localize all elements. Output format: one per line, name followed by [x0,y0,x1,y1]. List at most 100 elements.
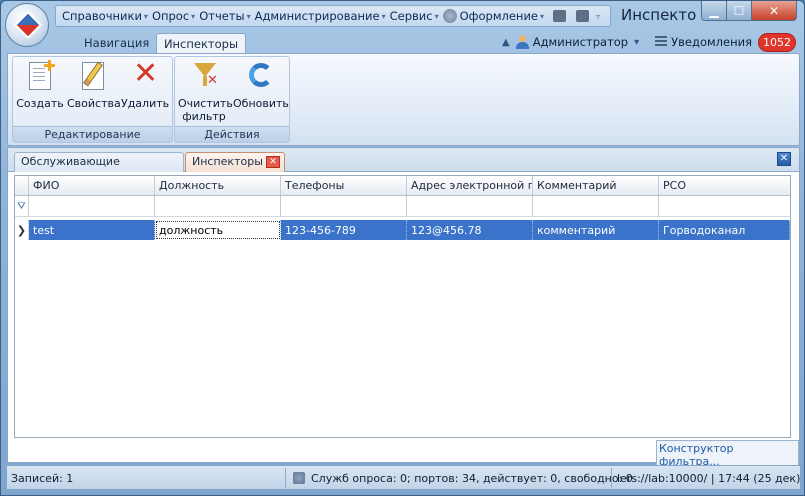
cell-position[interactable]: должность [155,220,281,240]
menu-label: Администрирование [254,9,380,23]
cell-phones[interactable]: 123-456-789 [281,220,407,240]
document-tabs: Обслуживающие организации Инспекторы ✕ ✕ [8,148,799,186]
app-menu-button[interactable] [5,3,49,47]
refresh-button[interactable]: Обновить [233,59,289,110]
chevron-down-icon: ▾ [246,11,251,21]
filter-icon: ⛛ [15,196,29,216]
button-label: Создать [16,97,64,110]
clear-filter-button[interactable]: ✕ Очистить фильтр [178,59,233,123]
chevron-down-icon: ▿ [595,11,600,21]
column-header-phones[interactable]: Телефоны [281,176,407,195]
poll-status: Служб опроса: 0; портов: 34, действует: … [293,472,633,485]
grid-header: ФИО Должность Телефоны Адрес электронной… [15,176,790,196]
main-window: Справочники ▾ Опрос ▾ Отчеты ▾ Администриро… [0,0,805,496]
chevron-down-icon: ▾ [434,11,439,21]
filter-cell[interactable] [29,196,155,216]
notifications-icon [655,36,668,48]
tab-navigation[interactable]: Навигация [70,33,163,54]
edit-properties-icon [77,59,109,93]
button-label: Обновить [233,97,289,110]
separator [285,468,286,488]
tab-inspectors-document[interactable]: Инспекторы ✕ [185,152,285,172]
button-label: Очистить [178,97,233,110]
button-label: Удалить [121,97,170,110]
poll-status-text: Служб опроса: 0; портов: 34, действует: … [311,472,633,485]
chevron-down-icon: ▾ [143,11,148,21]
delete-button[interactable]: ✕ Удалить [121,56,170,111]
ribbon-tabs: Навигация Инспекторы ▲ Администратор ▾ У… [7,31,800,54]
menu-poll[interactable]: Опрос ▾ [152,9,195,23]
row-indicator-icon: ❯ [15,220,29,240]
minimize-button[interactable]: ▁ [701,1,727,21]
user-area: ▲ Администратор ▾ Уведомления 1052 [496,31,796,53]
menu-label: Сервис [389,9,433,23]
clear-filter-icon: ✕ [188,59,220,93]
chevron-down-icon: ▾ [191,11,196,21]
filter-cell[interactable] [533,196,659,216]
cell-email[interactable]: 123@456.78 [407,220,533,240]
collapse-ribbon-icon[interactable]: ▲ [502,37,510,48]
group-editing: ✚ Создать Свойства ✕ Удалить Редактирова… [12,56,173,143]
status-bar: Записей: 1 Служб опроса: 0; портов: 34, … [7,465,800,489]
ribbon-body: ✚ Создать Свойства ✕ Удалить Редактирова… [7,53,800,146]
button-label: фильтр [182,110,226,123]
filter-row: ⛛ [15,196,790,217]
group-label: Действия [175,126,289,142]
tab-label: Инспекторы [192,155,263,168]
delete-icon: ✕ [133,56,159,91]
menu-service[interactable]: Сервис ▾ [390,9,439,23]
print-icon[interactable] [576,10,589,22]
filter-cell[interactable] [659,196,790,216]
poll-service-icon [293,472,305,484]
quick-access-toolbar: Справочники ▾ Опрос ▾ Отчеты ▾ Администриро… [55,5,611,27]
window-title: Инспекто... [621,6,697,24]
group-label: Редактирование [13,126,172,142]
menu-label: Оформление [459,9,538,23]
server-status: lers://lab:10000/ | 17:44 (25 дек) [617,472,801,485]
menu-label: Отчеты [199,9,245,23]
menu-directories[interactable]: Справочники ▾ [62,9,148,23]
table-row[interactable]: ❯ test должность 123-456-789 123@456.78 … [15,220,790,240]
user-icon [515,35,529,49]
save-icon[interactable] [553,10,566,22]
filter-cell[interactable] [155,196,281,216]
column-header-fio[interactable]: ФИО [29,176,155,195]
create-button[interactable]: ✚ Создать [15,59,65,111]
refresh-icon [244,59,276,93]
chevron-down-icon: ▾ [540,11,545,21]
menu-administration[interactable]: Администрирование ▾ [255,9,386,23]
filter-cell[interactable] [407,196,533,216]
close-panel-icon[interactable]: ✕ [777,152,791,166]
cell-rso[interactable]: Горводоканал [659,220,790,240]
column-header-email[interactable]: Адрес электронной п... [407,176,533,195]
notifications-button[interactable]: Уведомления [671,35,752,49]
close-button[interactable]: ✕ [751,1,797,21]
chevron-down-icon: ▾ [381,11,386,21]
customize-qat-button[interactable]: ▿ [594,12,600,21]
records-count: Записей: 1 [11,472,74,485]
menu-appearance[interactable]: Оформление ▾ [442,9,545,23]
column-header-comment[interactable]: Комментарий [533,176,659,195]
maximize-button[interactable]: ☐ [726,1,752,21]
tab-service-organizations[interactable]: Обслуживающие организации [14,152,184,186]
user-menu[interactable]: Администратор [533,35,628,49]
close-tab-icon[interactable]: ✕ [266,156,280,168]
row-indicator-header [15,176,29,195]
button-label: Свойства [67,97,121,110]
title-bar: Справочники ▾ Опрос ▾ Отчеты ▾ Администриро… [1,1,804,47]
properties-button[interactable]: Свойства [67,59,121,110]
document-area: Обслуживающие организации Инспекторы ✕ ✕… [7,147,800,470]
new-document-icon: ✚ [24,59,56,93]
menu-reports[interactable]: Отчеты ▾ [199,9,250,23]
chevron-down-icon: ▾ [634,36,640,48]
column-header-rso[interactable]: РСО [659,176,790,195]
separator [611,468,612,488]
filter-cell[interactable] [281,196,407,216]
cell-fio[interactable]: test [29,220,155,240]
column-header-position[interactable]: Должность [155,176,281,195]
cell-comment[interactable]: комментарий [533,220,659,240]
tab-inspectors[interactable]: Инспекторы [156,33,246,54]
group-actions: ✕ Очистить фильтр Обновить Действия [174,56,290,143]
theme-icon [442,9,457,23]
notifications-badge: 1052 [758,32,796,52]
